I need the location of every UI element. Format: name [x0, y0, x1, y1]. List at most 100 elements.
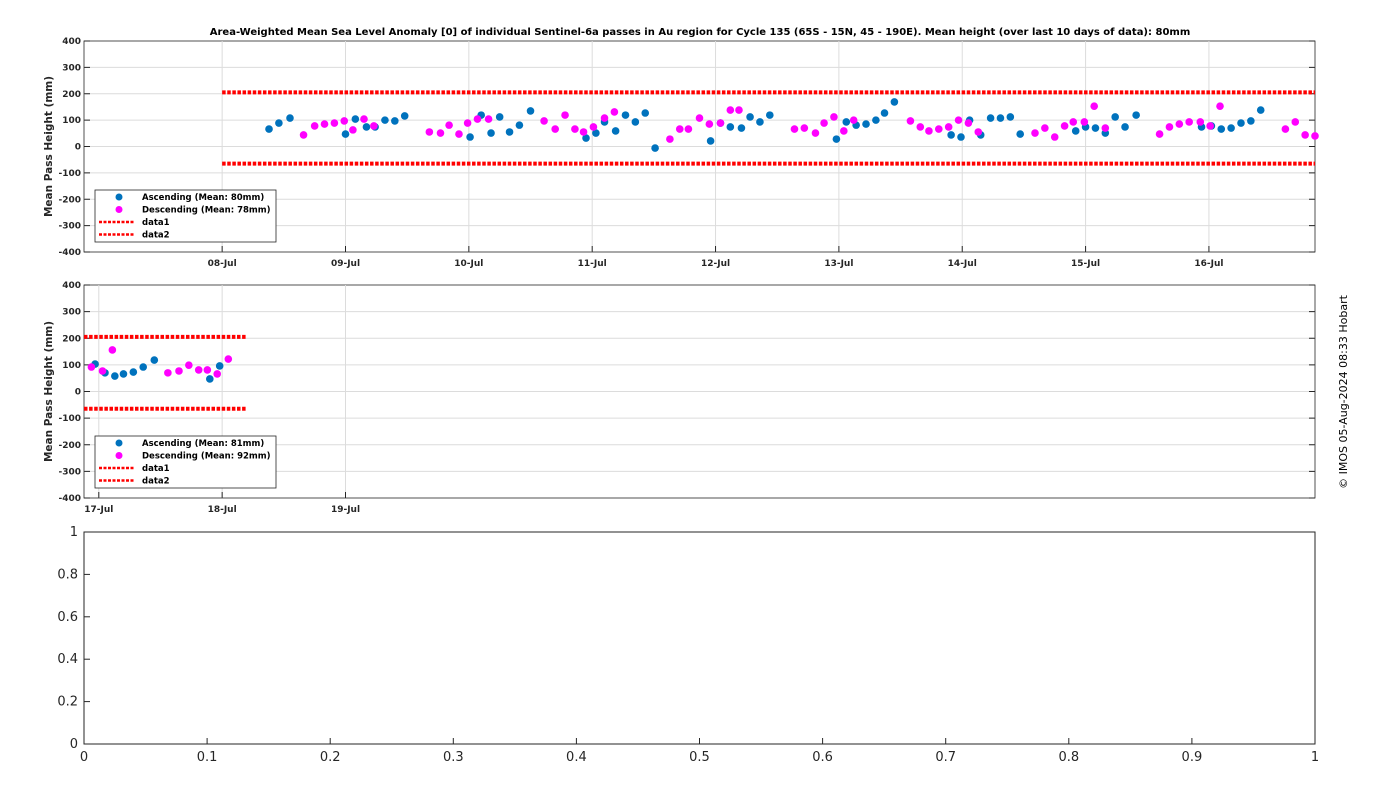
descending-point — [811, 129, 820, 137]
descending-point — [108, 346, 117, 354]
legend-label: data2 — [142, 231, 170, 241]
ascending-point — [351, 115, 360, 123]
descending-point — [473, 115, 482, 123]
descending-point — [320, 120, 329, 128]
y-tick-label: -200 — [58, 441, 81, 451]
legend-label: data1 — [142, 218, 170, 228]
descending-point — [906, 117, 915, 125]
descending-point — [224, 355, 233, 363]
descending-point — [185, 361, 193, 369]
descending-point — [726, 106, 735, 114]
y-tick-label: 0.2 — [57, 695, 78, 710]
descending-point — [1080, 118, 1089, 126]
descending-point — [800, 124, 809, 132]
axes-1: 400 300 200 100 0 -100 -200 -300 -400 08-Jul 09-Ju… — [43, 37, 1319, 269]
copyright-text: © IMOS 05-Aug-2024 08:33 Hobart — [1337, 294, 1350, 488]
descending-point — [849, 116, 858, 124]
ascending-point — [706, 137, 715, 145]
legend-marker-icon — [115, 439, 123, 447]
descending-point — [360, 115, 368, 123]
y-tick-label: 0.6 — [57, 610, 78, 625]
ascending-point — [215, 362, 224, 370]
descending-point — [455, 130, 463, 138]
x-tick-label: 17-Jul — [84, 505, 113, 515]
descending-point — [916, 123, 925, 131]
ascending-point — [391, 117, 399, 125]
x-tick-label: 10-Jul — [454, 259, 483, 269]
y-tick-label: -100 — [58, 414, 81, 424]
ascending-point — [1256, 106, 1265, 114]
ascending-point — [275, 119, 283, 127]
ascending-point — [1237, 119, 1245, 127]
descending-point — [944, 123, 953, 131]
descending-point — [1196, 118, 1205, 126]
descending-point — [830, 113, 838, 121]
x-tick-label: 0.6 — [812, 750, 833, 765]
ascending-point — [1217, 125, 1226, 133]
descending-point — [840, 127, 848, 135]
descending-point — [666, 135, 674, 143]
x-tick-label: 1 — [1311, 750, 1319, 765]
legend-label: Descending (Mean: 92mm) — [142, 452, 271, 462]
axes-3: 1 0.8 0.6 0.4 0.2 00 0.1 0.2 0.3 0.4 0.5 0.6 0.7 0.8 0… — [57, 525, 1319, 765]
descending-point — [1281, 125, 1290, 133]
ascending-point — [487, 129, 495, 137]
ascending-point — [1006, 113, 1015, 121]
y-tick-label: 100 — [62, 116, 81, 126]
descending-point — [735, 106, 743, 114]
y-axis-label: Mean Pass Height (mm) — [43, 321, 55, 462]
ascending-point — [150, 356, 159, 364]
figure: Area-Weighted Mean Sea Level Anomaly [0]… — [0, 0, 1400, 800]
descending-point — [974, 128, 983, 136]
descending-point — [561, 111, 569, 119]
descending-point — [1216, 102, 1224, 110]
descending-point — [1069, 118, 1078, 126]
y-tick-label: 0 — [75, 388, 81, 398]
ascending-point — [621, 111, 630, 119]
descending-point — [600, 114, 609, 122]
descending-point — [445, 121, 453, 129]
x-tick-label: 19-Jul — [331, 505, 360, 515]
descending-point — [349, 126, 357, 134]
descending-point — [1301, 131, 1309, 139]
legend-marker-icon — [115, 193, 123, 201]
descending-point — [705, 120, 714, 128]
y-tick-label: 200 — [62, 90, 81, 100]
descending-point — [370, 122, 378, 130]
legend-marker-icon — [115, 452, 123, 459]
descending-point — [684, 125, 693, 133]
descending-point — [484, 115, 493, 123]
legend-label: Ascending (Mean: 80mm) — [142, 193, 264, 203]
ascending-point — [986, 114, 995, 122]
legend-label: Ascending (Mean: 81mm) — [142, 439, 264, 449]
descending-point — [1291, 118, 1300, 126]
y-tick-label: -100 — [58, 169, 81, 179]
x-tick-label: 0.9 — [1182, 750, 1203, 765]
ascending-point — [957, 133, 965, 141]
descending-point — [1060, 122, 1069, 130]
y-tick-label: -400 — [58, 494, 81, 504]
x-tick-label: 0.7 — [935, 750, 956, 765]
ascending-point — [832, 135, 841, 143]
x-tick-label: 0.8 — [1058, 750, 1079, 765]
ascending-point — [756, 118, 764, 126]
x-tick-label: 09-Jul — [331, 259, 360, 269]
descending-point — [1155, 130, 1164, 138]
x-tick-label: 16-Jul — [1194, 259, 1223, 269]
y-tick-label: 0 — [70, 737, 78, 752]
y-tick-label: 300 — [62, 63, 81, 73]
x-tick-label: 0.2 — [320, 750, 341, 765]
legend-label: data2 — [142, 477, 170, 487]
x-tick-label: 0.5 — [689, 750, 710, 765]
descending-point — [463, 119, 472, 127]
ascending-point — [947, 131, 955, 139]
ascending-point — [341, 130, 350, 138]
descending-point — [330, 119, 339, 127]
x-tick-label: 15-Jul — [1071, 259, 1100, 269]
ascending-point — [996, 114, 1005, 122]
legend-label: data1 — [142, 464, 170, 474]
x-tick-label: 0.3 — [443, 750, 464, 765]
descending-point — [340, 117, 349, 125]
ascending-point — [400, 112, 409, 120]
x-tick-label: 08-Jul — [208, 259, 237, 269]
